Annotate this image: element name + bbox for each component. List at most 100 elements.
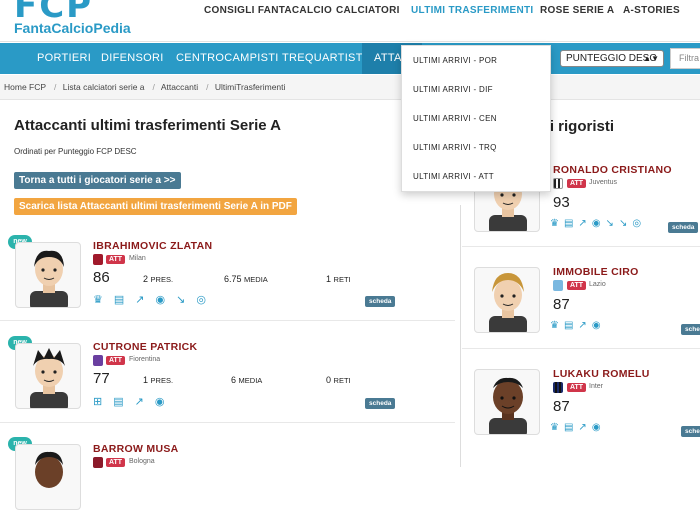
media-value: 6.75 [224, 274, 242, 284]
chart-icon[interactable]: ↗ [578, 320, 591, 331]
breadcrumb-lista[interactable]: Lista calciatori serie a [63, 82, 145, 92]
chart-icon[interactable]: ↗ [135, 294, 155, 306]
scheda-button[interactable]: scheda [681, 324, 700, 335]
tab-centrocampisti[interactable]: CENTROCAMPISTI [176, 43, 279, 74]
tab-difensori[interactable]: DIFENSORI [101, 43, 164, 74]
media-value: 6 [231, 375, 237, 385]
role-tag: ATT [567, 281, 587, 290]
breadcrumb-current: UltimiTrasferimenti [214, 82, 286, 92]
avatar-illustration [35, 451, 63, 488]
crown-icon[interactable]: ♛ [550, 422, 564, 433]
avatar-illustration [30, 348, 68, 408]
download-pdf-button[interactable]: Scarica lista Attaccanti ultimi trasferi… [14, 198, 297, 215]
sort-select[interactable]: PUNTEGGIO DESC ▲▼ [560, 50, 664, 67]
ball-icon[interactable]: ◉ [592, 422, 606, 433]
breadcrumb-separator: / [152, 82, 155, 92]
back-to-all-button[interactable]: Torna a tutti i giocatori serie a >> [14, 172, 181, 189]
tab-trequartisti[interactable]: TREQUARTISTI [282, 43, 366, 74]
ball-icon[interactable]: ◉ [592, 218, 606, 229]
nav-ultimi-trasferimenti[interactable]: ULTIMI TRASFERIMENTI [411, 5, 533, 16]
scheda-button[interactable]: scheda [681, 426, 700, 437]
media-stat: 6 MEDIA [231, 375, 262, 385]
presenze-label: PRES. [150, 376, 174, 385]
crown-icon[interactable]: ♛ [93, 294, 114, 306]
clipboard-icon[interactable]: ▤ [114, 294, 135, 306]
chart-icon[interactable]: ↗ [578, 422, 591, 433]
ball-icon[interactable]: ◉ [155, 396, 176, 408]
team-shirt-icon [93, 254, 103, 265]
tab-portieri[interactable]: PORTIERI [37, 43, 91, 74]
player-name[interactable]: CUTRONE PATRICK [93, 341, 197, 353]
player-score: 87 [553, 296, 570, 313]
player-score: 77 [93, 370, 110, 387]
clipboard-icon[interactable]: ▤ [113, 396, 134, 408]
avatar-illustration [489, 377, 527, 434]
player-avatar[interactable] [15, 343, 81, 409]
nav-a-stories[interactable]: A-STORIES [623, 5, 680, 16]
breadcrumb-attaccanti[interactable]: Attaccanti [161, 82, 198, 92]
player-action-icons: ⊞▤↗◉ [93, 395, 175, 408]
player-name[interactable]: LUKAKU ROMELU [553, 368, 650, 380]
dropdown-item-trq[interactable]: ULTIMI ARRIVI - TRQ [413, 143, 497, 152]
player-avatar[interactable] [15, 242, 81, 308]
ball-icon[interactable]: ◉ [156, 294, 177, 306]
presenze-value: 2 [143, 274, 149, 284]
player-action-icons: ♛▤↗◉ [550, 320, 606, 331]
reti-label: RETI [333, 275, 351, 284]
player-name[interactable]: RONALDO CRISTIANO [553, 164, 672, 176]
player-score: 93 [553, 194, 570, 211]
dropdown-item-att[interactable]: ULTIMI ARRIVI - ATT [413, 172, 494, 181]
chart-icon[interactable]: ↗ [578, 218, 591, 229]
player-avatar[interactable] [474, 267, 540, 333]
team-shirt-icon [553, 178, 563, 189]
nav-consigli[interactable]: CONSIGLI FANTACALCIO [204, 5, 332, 16]
crown-icon[interactable]: ♛ [550, 320, 564, 331]
updown-arrow-icon: ▲▼ [643, 54, 659, 63]
crown-icon[interactable]: ♛ [550, 218, 564, 229]
breadcrumb-separator: / [54, 82, 57, 92]
player-name[interactable]: IMMOBILE CIRO [553, 266, 639, 278]
ball-icon[interactable]: ◉ [592, 320, 606, 331]
presenze-stat: 1 PRES. [143, 375, 173, 385]
ultimi-arrivi-dropdown: ULTIMI ARRIVI - POR ULTIMI ARRIVI - DIF … [401, 45, 551, 192]
clipboard-icon[interactable]: ▤ [564, 320, 578, 331]
row-divider [462, 348, 700, 349]
team-shirt-icon [93, 457, 103, 468]
boot-icon[interactable]: ↘ [176, 294, 196, 306]
clipboard-icon[interactable]: ▤ [564, 422, 578, 433]
team-name: Inter [589, 383, 604, 390]
team-name: Fiorentina [129, 356, 161, 363]
logo-text[interactable]: FantaCalcioPedia [14, 20, 131, 36]
clipboard-icon[interactable]: ▤ [564, 218, 578, 229]
role-tag: ATT [106, 356, 126, 365]
nav-rose-serie-a[interactable]: ROSE SERIE A [540, 5, 614, 16]
breadcrumb-home[interactable]: Home FCP [4, 82, 46, 92]
player-avatar[interactable] [474, 369, 540, 435]
team-name: Lazio [589, 281, 606, 288]
page-title: Attaccanti ultimi trasferimenti Serie A [14, 117, 282, 134]
scheda-button[interactable]: scheda [668, 222, 699, 233]
boot-icon[interactable]: ↘ [606, 218, 619, 229]
team-shirt-icon [553, 280, 563, 291]
dropdown-item-cen[interactable]: ULTIMI ARRIVI - CEN [413, 114, 497, 123]
top-header: FCP FantaCalcioPedia CONSIGLI FANTACALCI… [0, 0, 700, 42]
filter-input[interactable]: Filtra [670, 48, 700, 69]
gift-icon[interactable]: ⊞ [93, 396, 113, 408]
reti-stat: 0 RETI [326, 375, 351, 385]
role-tag: ATT [106, 458, 126, 467]
chart-icon[interactable]: ↗ [135, 396, 155, 408]
player-avatar[interactable] [15, 444, 81, 510]
role-tag: ATT [567, 383, 587, 392]
media-label: MEDIA [238, 376, 263, 385]
player-score: 87 [553, 398, 570, 415]
nav-calciatori[interactable]: CALCIATORI [336, 5, 400, 16]
boot-icon[interactable]: ↘ [619, 218, 632, 229]
scheda-button[interactable]: scheda [365, 296, 396, 307]
goal-icon[interactable]: ◎ [196, 294, 217, 306]
player-name[interactable]: IBRAHIMOVIC ZLATAN [93, 240, 212, 252]
player-name[interactable]: BARROW MUSA [93, 443, 179, 455]
dropdown-item-dif[interactable]: ULTIMI ARRIVI - DIF [413, 85, 493, 94]
dropdown-item-por[interactable]: ULTIMI ARRIVI - POR [413, 56, 497, 65]
goal-icon[interactable]: ◎ [632, 218, 646, 229]
scheda-button[interactable]: scheda [365, 398, 396, 409]
